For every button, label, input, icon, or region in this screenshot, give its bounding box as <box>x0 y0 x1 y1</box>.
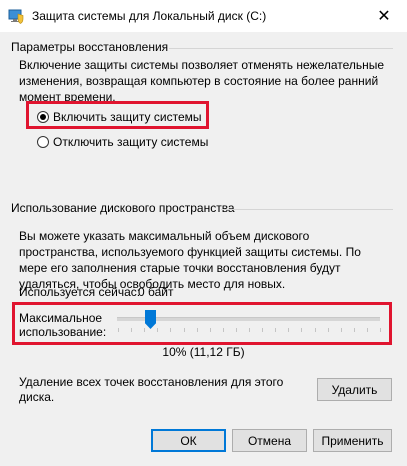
slider-tick <box>210 328 211 332</box>
delete-description-1: Удаление всех точек восстановления для э… <box>19 375 284 389</box>
radio-enable-protection[interactable]: Включить защиту системы <box>37 110 202 124</box>
slider-tick <box>118 328 119 332</box>
radio-disable-label: Отключить защиту системы <box>53 135 209 149</box>
slider-tick <box>131 328 132 332</box>
radio-disable-protection[interactable]: Отключить защиту системы <box>37 135 208 149</box>
restore-description: Включение защиты системы позволяет отмен… <box>19 58 385 104</box>
section-divider <box>221 209 393 210</box>
current-usage-value: 0 байт <box>138 285 174 299</box>
delete-button-label: Удалить <box>331 382 378 397</box>
slider-tick <box>262 328 263 332</box>
ok-button-label: ОК <box>180 433 197 448</box>
radio-button-unchecked[interactable] <box>37 136 49 148</box>
slider-tick <box>328 328 329 332</box>
apply-button[interactable]: Применить <box>313 429 392 452</box>
title-bar: Защита системы для Локальный диск (C:) ✕ <box>0 0 407 32</box>
slider-tick <box>380 328 381 332</box>
close-button[interactable]: ✕ <box>361 0 407 32</box>
delete-button[interactable]: Удалить <box>317 378 392 401</box>
slider-tick <box>144 328 145 332</box>
disk-description: Вы можете указать максимальный объем дис… <box>19 229 361 291</box>
apply-button-label: Применить <box>321 433 384 448</box>
section-divider <box>169 48 393 49</box>
slider-tick <box>197 328 198 332</box>
current-usage-label: Используется сейчас: <box>19 285 141 299</box>
max-usage-label-2: использование: <box>19 325 107 339</box>
slider-tick <box>184 328 185 332</box>
ok-button[interactable]: ОК <box>151 429 226 452</box>
slider-tick <box>341 328 342 332</box>
slider-tick <box>223 328 224 332</box>
slider-ticks <box>118 328 381 332</box>
disk-usage-header: Использование дискового пространства <box>11 201 235 215</box>
close-icon: ✕ <box>377 8 391 25</box>
slider-tick <box>288 328 289 332</box>
max-usage-slider-track[interactable] <box>117 317 380 321</box>
slider-value-text: 10% (11,12 ГБ) <box>162 345 245 359</box>
radio-enable-label: Включить защиту системы <box>53 110 202 124</box>
cancel-button[interactable]: Отмена <box>232 429 307 452</box>
slider-tick <box>170 328 171 332</box>
delete-description-2: диска. <box>19 390 55 404</box>
window-title: Защита системы для Локальный диск (C:) <box>32 9 267 23</box>
slider-tick <box>275 328 276 332</box>
slider-tick <box>315 328 316 332</box>
system-protection-dialog: Защита системы для Локальный диск (C:) ✕… <box>0 0 407 466</box>
slider-tick <box>301 328 302 332</box>
computer-shield-icon <box>8 9 24 24</box>
radio-button-checked[interactable] <box>37 111 49 123</box>
slider-tick <box>236 328 237 332</box>
slider-tick <box>354 328 355 332</box>
slider-tick <box>367 328 368 332</box>
max-usage-label-1: Максимальное <box>19 311 103 325</box>
slider-tick <box>249 328 250 332</box>
slider-tick <box>157 328 158 332</box>
cancel-button-label: Отмена <box>247 433 292 448</box>
restore-settings-header: Параметры восстановления <box>11 40 169 54</box>
